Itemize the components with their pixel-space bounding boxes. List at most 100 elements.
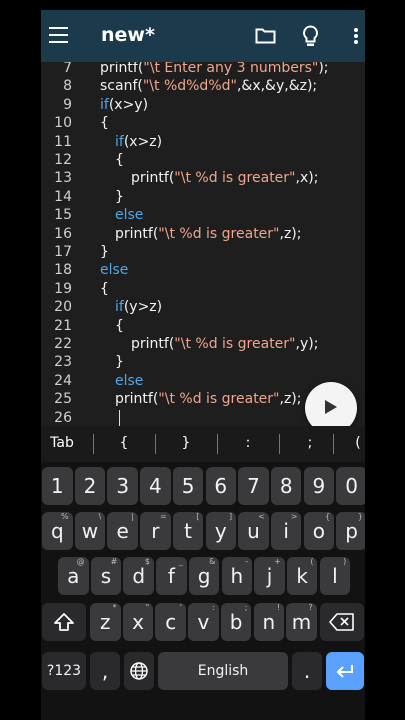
key-g[interactable]: g & xyxy=(188,557,220,595)
key-label: p xyxy=(345,519,358,543)
key-9[interactable]: 9 xyxy=(303,467,335,505)
key-label: 7 xyxy=(247,474,260,498)
more-vert-icon[interactable] xyxy=(354,28,358,44)
key-v[interactable]: v: xyxy=(188,603,219,641)
key-n[interactable]: n! xyxy=(253,603,285,641)
code-line[interactable]: 11 if(x>z) xyxy=(41,133,365,151)
code-token: (x>z) xyxy=(123,133,163,150)
line-number: 22 xyxy=(54,336,72,352)
folder-icon[interactable] xyxy=(255,27,276,44)
key-label: 1 xyxy=(50,474,64,498)
key-q[interactable]: q% xyxy=(42,512,73,550)
key-j[interactable]: j + xyxy=(254,557,285,595)
key-y[interactable]: y] xyxy=(205,512,237,550)
key-1[interactable]: 1 xyxy=(42,467,73,505)
code-line[interactable]: 17} xyxy=(41,243,365,261)
line-number: 20 xyxy=(54,299,72,316)
key-3[interactable]: 3 xyxy=(107,467,138,505)
symbol-key[interactable]: Tab xyxy=(41,426,83,462)
key-hint: $ xyxy=(144,557,150,566)
line-number: 12 xyxy=(54,152,72,168)
key-4[interactable]: 4 xyxy=(140,467,171,505)
string-token: "\t %d%d%d" xyxy=(142,78,237,95)
key-d[interactable]: d $ xyxy=(123,557,154,595)
symbol-key[interactable]: } xyxy=(165,426,207,462)
string-token: "\t %d is greater" xyxy=(158,225,280,242)
code-line[interactable]: 16 printf("\t %d is greater",z); xyxy=(41,225,365,243)
code-line[interactable]: 13 printf("\t %d is greater",x); xyxy=(41,169,365,187)
code-line[interactable]: 7 printf("\t Enter any 3 numbers"); xyxy=(41,62,365,77)
key-u[interactable]: u < xyxy=(238,512,269,550)
code-line[interactable]: 9 if(x>y) xyxy=(41,96,365,114)
symbol-separator xyxy=(279,434,280,454)
key-label: English xyxy=(197,663,249,679)
code-token: printf( xyxy=(115,225,159,242)
key-7[interactable]: 7 xyxy=(238,467,269,505)
symbol-key[interactable]: ( xyxy=(343,426,365,462)
key-label: s xyxy=(100,564,112,588)
key-a[interactable]: a @ xyxy=(58,557,89,595)
code-text: printf("\t Enter any 3 numbers"); xyxy=(100,62,329,77)
code-line[interactable]: 14} xyxy=(41,188,365,206)
symbols-key[interactable]: ?123 xyxy=(42,652,86,690)
code-line[interactable]: 21 { xyxy=(41,317,365,335)
key-k[interactable]: k( xyxy=(286,557,318,595)
key-f[interactable]: f _ xyxy=(156,557,187,595)
symbol-separator xyxy=(155,434,156,454)
code-text: if(x>z) xyxy=(115,133,162,151)
key-b[interactable]: b; xyxy=(220,603,252,641)
comma-key[interactable]: , xyxy=(90,652,120,690)
code-line[interactable]: 19 { xyxy=(41,280,365,298)
key-p[interactable]: p} xyxy=(336,512,365,550)
backspace-key[interactable] xyxy=(320,603,364,641)
code-line[interactable]: 23} xyxy=(41,353,365,371)
key-w[interactable]: w \ xyxy=(74,512,106,550)
key-8[interactable]: 8 xyxy=(270,467,302,505)
menu-icon[interactable] xyxy=(49,27,68,43)
key-label: f xyxy=(167,564,175,588)
space-key[interactable]: English xyxy=(158,652,288,690)
lightbulb-icon[interactable] xyxy=(302,25,319,47)
key-c[interactable]: c ' xyxy=(155,603,186,641)
code-line[interactable]: 22 printf("\t %d is greater",y); xyxy=(41,335,365,353)
code-line[interactable]: 18 else xyxy=(41,261,365,279)
key-z[interactable]: z * xyxy=(90,603,121,641)
key-x[interactable]: x " xyxy=(122,603,154,641)
code-text: else xyxy=(115,206,143,224)
key-m[interactable]: m? xyxy=(286,603,317,641)
key-i[interactable]: i > xyxy=(270,512,302,550)
key-hint: @ xyxy=(76,557,85,566)
key-s[interactable]: s # xyxy=(90,557,122,595)
period-key[interactable]: . xyxy=(292,652,322,690)
code-line[interactable]: 20 if(y>z) xyxy=(41,298,365,316)
keyword-token: else xyxy=(115,207,144,224)
symbol-key[interactable]: { xyxy=(103,426,145,462)
key-e[interactable]: e | xyxy=(107,512,138,550)
code-line[interactable]: 8 scanf("\t %d%d%d",&x,&y,&z); xyxy=(41,77,365,95)
code-text: } xyxy=(100,243,109,261)
enter-key[interactable] xyxy=(326,652,364,690)
key-l[interactable]: l) xyxy=(319,557,351,595)
key-0[interactable]: 0 xyxy=(336,467,365,505)
symbol-key[interactable]: : xyxy=(227,426,269,462)
code-editor[interactable]: 7 printf("\t Enter any 3 numbers"); 8 scanf… xyxy=(41,62,365,426)
symbol-key[interactable]: ; xyxy=(289,426,331,462)
key-5[interactable]: 5 xyxy=(172,467,204,505)
key-t[interactable]: t[ xyxy=(172,512,204,550)
code-line[interactable]: 15 else xyxy=(41,206,365,224)
key-label: d xyxy=(132,564,146,588)
key-o[interactable]: o{ xyxy=(303,512,335,550)
soft-keyboard: 1 2 3 4 5 6 7 8 9 0 q% w \ e | r = t[y] u < i > o{p} a @ s # d $ f _ g &… xyxy=(41,462,365,720)
key-label: z xyxy=(100,610,111,634)
symbol-separator xyxy=(333,434,334,454)
code-line[interactable]: 12 { xyxy=(41,151,365,169)
code-line[interactable]: 10 { xyxy=(41,114,365,132)
language-key[interactable] xyxy=(124,652,154,690)
key-hint: ; xyxy=(244,603,248,612)
key-6[interactable]: 6 xyxy=(205,467,237,505)
key-r[interactable]: r = xyxy=(140,512,171,550)
shift-key[interactable] xyxy=(42,603,86,641)
key-h[interactable]: h- xyxy=(221,557,253,595)
key-label: k xyxy=(296,564,308,588)
key-2[interactable]: 2 xyxy=(74,467,106,505)
